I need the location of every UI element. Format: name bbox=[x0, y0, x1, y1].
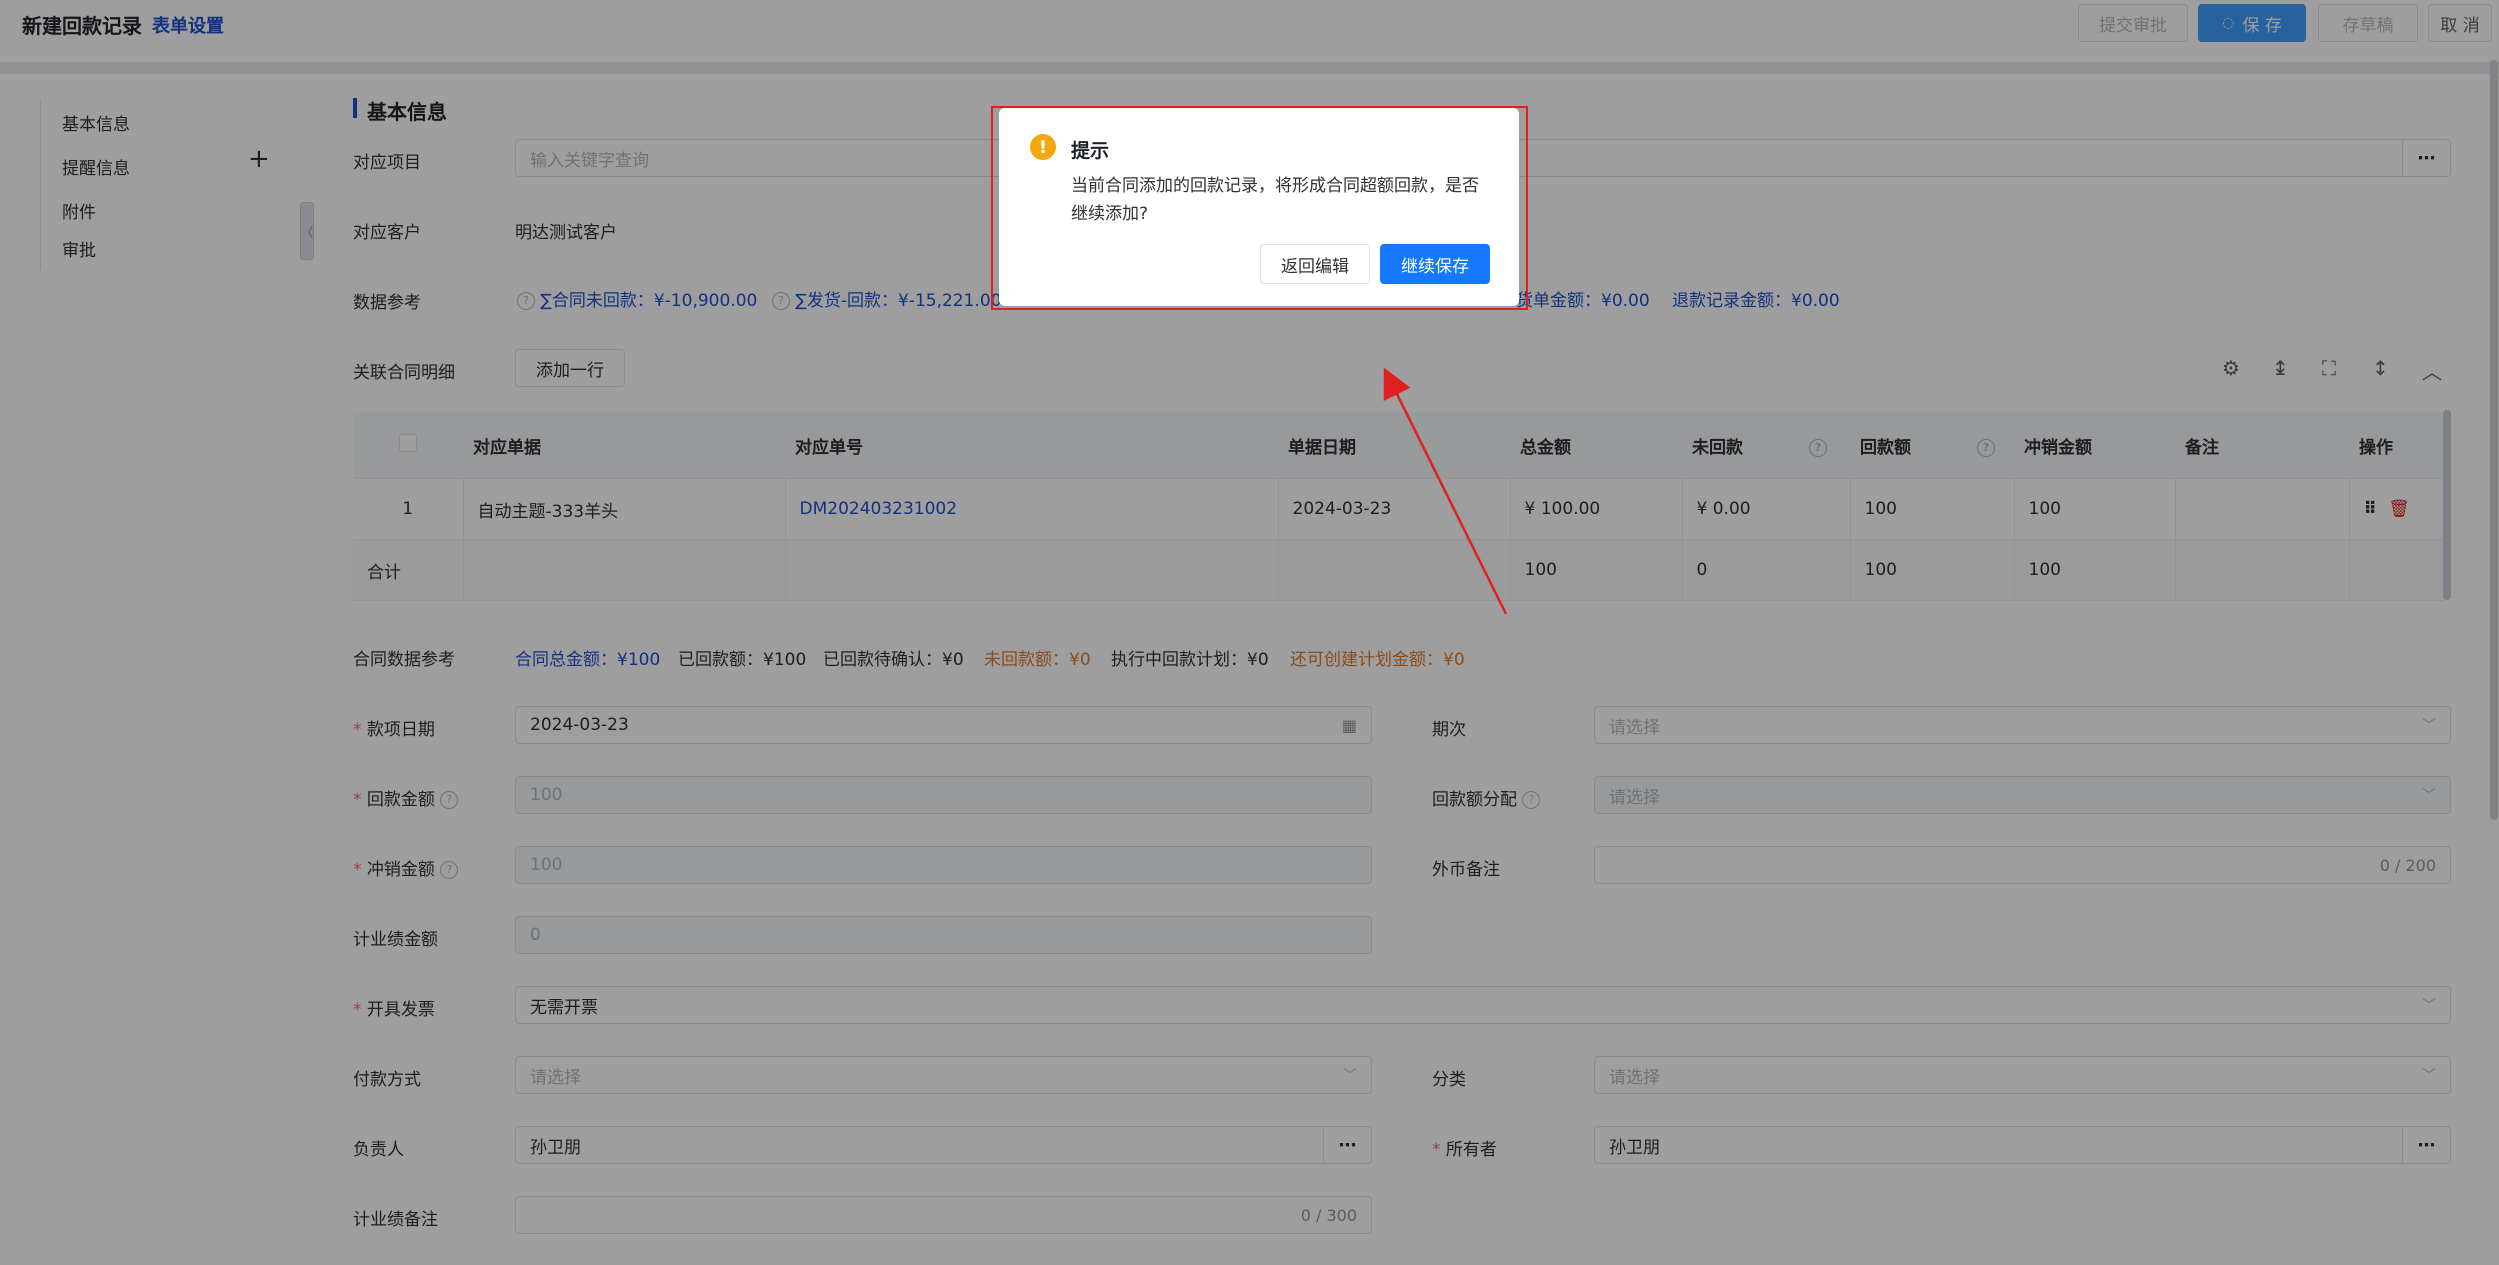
dialog-message: 当前合同添加的回款记录，将形成合同超额回款，是否继续添加? bbox=[1071, 176, 1479, 224]
warning-icon: ! bbox=[1030, 134, 1056, 160]
back-to-edit-button[interactable]: 返回编辑 bbox=[1260, 244, 1370, 284]
continue-save-button[interactable]: 继续保存 bbox=[1380, 244, 1490, 284]
dialog-title: 提示 bbox=[1071, 140, 1110, 162]
